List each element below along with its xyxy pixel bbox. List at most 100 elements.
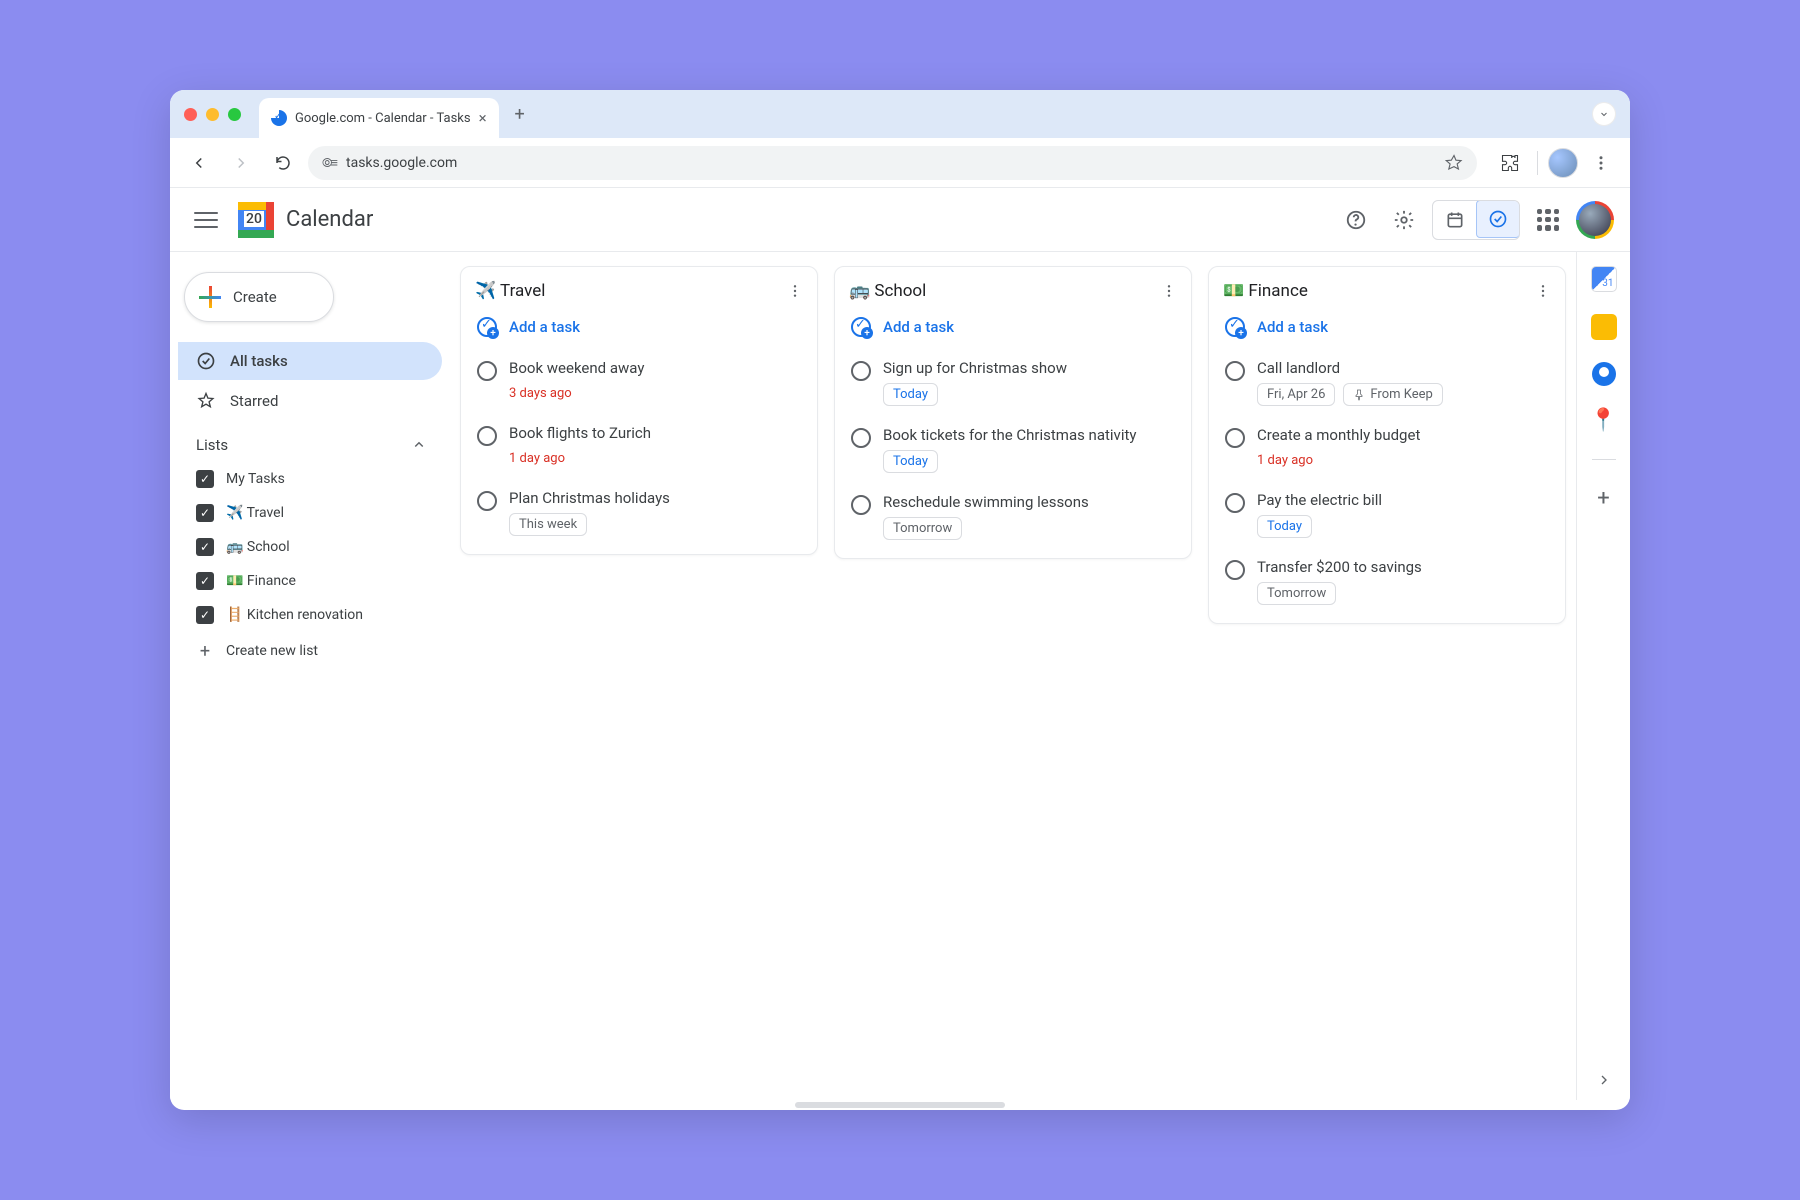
task-complete-toggle[interactable] (1225, 428, 1245, 448)
side-panel: 📍 + (1576, 252, 1630, 1100)
task-row[interactable]: Transfer $200 to savings Tomorrow (1223, 550, 1551, 613)
task-row[interactable]: Create a monthly budget 1 day ago (1223, 418, 1551, 479)
side-contacts-button[interactable] (1592, 362, 1616, 386)
task-row[interactable]: Book flights to Zurich1 day ago (475, 416, 803, 477)
sidebar-list-item[interactable]: ✓ 🚌 School (178, 530, 442, 564)
side-panel-collapse-button[interactable] (1596, 1072, 1612, 1088)
account-button[interactable] (1576, 201, 1614, 239)
app-body: Create All tasks Starred Lists ✓ My Task… (170, 252, 1630, 1100)
add-task-button[interactable]: + Add a task (849, 311, 1177, 347)
add-task-icon: + (477, 317, 497, 337)
side-maps-button[interactable]: 📍 (1590, 408, 1617, 433)
google-apps-button[interactable] (1528, 200, 1568, 240)
task-title: Call landlord (1257, 359, 1443, 377)
add-task-button[interactable]: + Add a task (1223, 311, 1551, 347)
hamburger-icon (194, 208, 218, 232)
task-complete-toggle[interactable] (1225, 493, 1245, 513)
task-row[interactable]: Reschedule swimming lessonsTomorrow (849, 485, 1177, 548)
sidebar-item-starred[interactable]: Starred (178, 382, 442, 420)
sidebar-list-item[interactable]: ✓ My Tasks (178, 462, 442, 496)
maximize-window-button[interactable] (228, 108, 241, 121)
side-keep-button[interactable] (1591, 314, 1617, 340)
task-title: Book tickets for the Christmas nativity (883, 426, 1136, 444)
help-button[interactable] (1336, 200, 1376, 240)
sidebar-list-item[interactable]: ✓ 💵 Finance (178, 564, 442, 598)
task-complete-toggle[interactable] (477, 426, 497, 446)
task-complete-toggle[interactable] (1225, 560, 1245, 580)
app-header: Calendar (170, 188, 1630, 252)
task-chip: Tomorrow (1257, 582, 1336, 605)
column-title: ✈️ Travel (475, 281, 545, 301)
task-title: Create a monthly budget (1257, 426, 1420, 444)
column-menu-button[interactable] (1535, 283, 1551, 299)
minimize-window-button[interactable] (206, 108, 219, 121)
list-label: 🪜 Kitchen renovation (226, 607, 363, 623)
back-button[interactable] (182, 146, 216, 180)
sidebar-list-item[interactable]: ✓ 🪜 Kitchen renovation (178, 598, 442, 632)
star-icon (1445, 154, 1463, 172)
checkbox-icon[interactable]: ✓ (196, 470, 214, 488)
settings-button[interactable] (1384, 200, 1424, 240)
check-circle-icon (1488, 209, 1508, 229)
checkbox-icon[interactable]: ✓ (196, 504, 214, 522)
tasks-view-button[interactable] (1476, 200, 1520, 238)
task-row[interactable]: Book weekend away3 days ago (475, 351, 803, 412)
create-button[interactable]: Create (184, 272, 334, 322)
check-circle-icon (196, 351, 216, 371)
task-row[interactable]: Sign up for Christmas showToday (849, 351, 1177, 414)
reload-button[interactable] (266, 146, 300, 180)
horizontal-scrollbar[interactable] (170, 1100, 1630, 1110)
lists-header[interactable]: Lists (178, 422, 442, 460)
lists-header-label: Lists (196, 436, 228, 454)
task-row[interactable]: Book tickets for the Christmas nativityT… (849, 418, 1177, 481)
tab-title: Google.com - Calendar - Tasks (295, 111, 471, 126)
column-menu-button[interactable] (1161, 283, 1177, 299)
task-board: ✈️ Travel + Add a task Book weekend away3… (450, 252, 1576, 1100)
task-chip: 1 day ago (509, 448, 574, 469)
side-addons-button[interactable]: + (1597, 486, 1609, 511)
site-settings-icon[interactable]: ⦾≡ (322, 155, 336, 171)
task-title: Sign up for Christmas show (883, 359, 1067, 377)
url-bar: ⦾≡ tasks.google.com (170, 138, 1630, 188)
calendar-view-button[interactable] (1433, 201, 1477, 239)
checkbox-icon[interactable]: ✓ (196, 572, 214, 590)
create-new-list-button[interactable]: + Create new list (178, 634, 442, 668)
tabs-dropdown-button[interactable] (1592, 102, 1616, 126)
close-window-button[interactable] (184, 108, 197, 121)
add-task-icon: + (1225, 317, 1245, 337)
add-task-label: Add a task (1257, 318, 1328, 336)
main-menu-button[interactable] (186, 200, 226, 240)
task-chip: 1 day ago (1257, 450, 1322, 471)
sidebar-list-item[interactable]: ✓ ✈️ Travel (178, 496, 442, 530)
extensions-button[interactable] (1493, 146, 1527, 180)
task-title: Book weekend away (509, 359, 644, 377)
forward-button[interactable] (224, 146, 258, 180)
sidebar-item-all-tasks[interactable]: All tasks (178, 342, 442, 380)
scroll-thumb[interactable] (795, 1102, 1005, 1108)
close-tab-button[interactable]: × (479, 109, 487, 127)
checkbox-icon[interactable]: ✓ (196, 606, 214, 624)
task-complete-toggle[interactable] (477, 361, 497, 381)
new-tab-button[interactable]: + (505, 99, 535, 129)
chevron-right-icon (1596, 1072, 1612, 1088)
browser-profile-button[interactable] (1548, 148, 1578, 178)
task-complete-toggle[interactable] (851, 428, 871, 448)
task-complete-toggle[interactable] (477, 491, 497, 511)
task-title: Transfer $200 to savings (1257, 558, 1422, 576)
puzzle-icon (1500, 153, 1520, 173)
task-complete-toggle[interactable] (1225, 361, 1245, 381)
browser-tab[interactable]: Google.com - Calendar - Tasks × (259, 98, 499, 138)
add-task-button[interactable]: + Add a task (475, 311, 803, 347)
bookmark-button[interactable] (1445, 154, 1463, 172)
task-complete-toggle[interactable] (851, 361, 871, 381)
task-row[interactable]: Call landlordFri, Apr 26From Keep (1223, 351, 1551, 414)
task-row[interactable]: Plan Christmas holidaysThis week (475, 481, 803, 544)
task-row[interactable]: Pay the electric billToday (1223, 483, 1551, 546)
url-text: tasks.google.com (346, 155, 457, 171)
task-complete-toggle[interactable] (851, 495, 871, 515)
checkbox-icon[interactable]: ✓ (196, 538, 214, 556)
side-calendar-button[interactable] (1591, 266, 1617, 292)
column-menu-button[interactable] (787, 283, 803, 299)
address-bar[interactable]: ⦾≡ tasks.google.com (308, 146, 1477, 180)
browser-menu-button[interactable] (1584, 146, 1618, 180)
